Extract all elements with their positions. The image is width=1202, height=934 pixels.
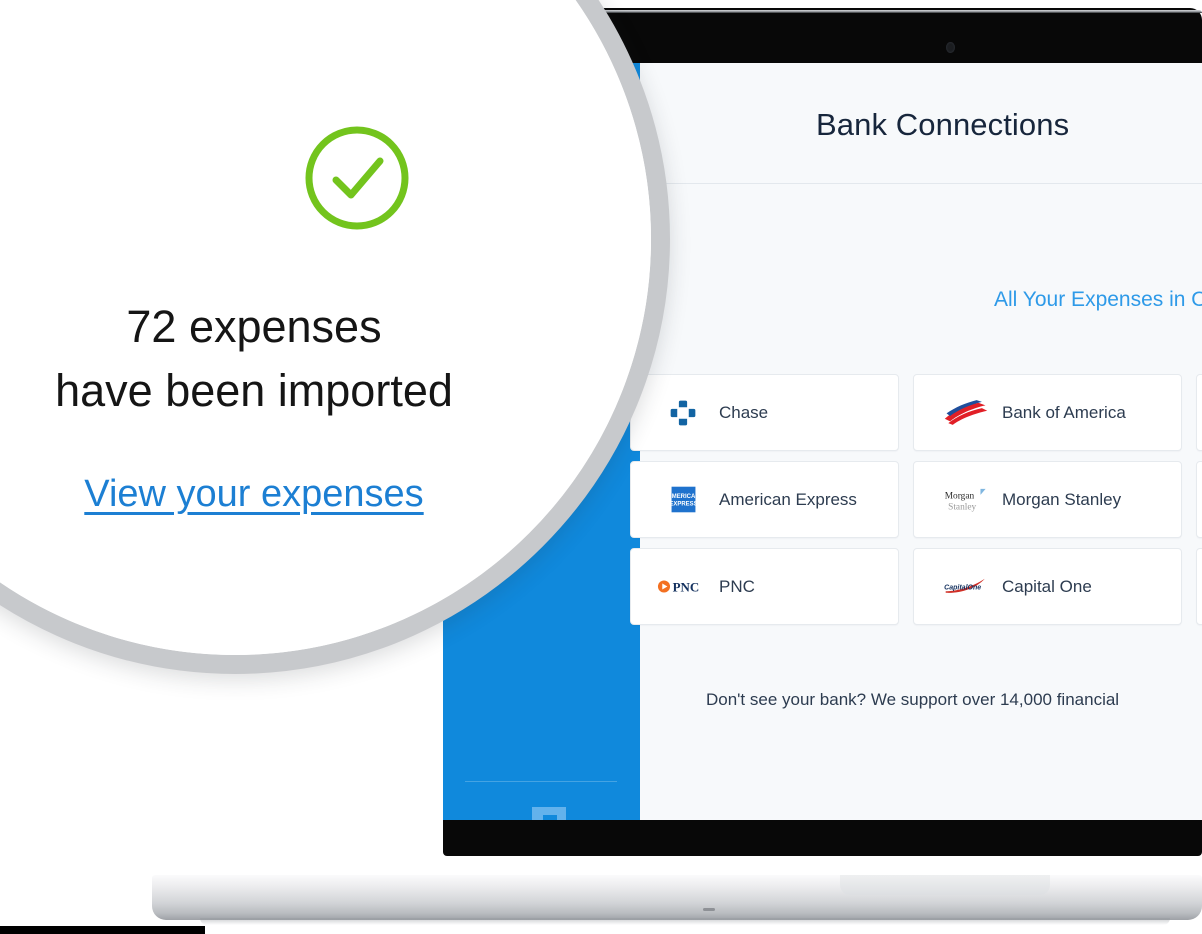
imported-count-line: 72 expenses [126, 301, 382, 352]
laptop-base-shadow [200, 918, 1170, 925]
bank-card-chase[interactable]: Chase [630, 374, 899, 451]
support-note: Don't see your bank? We support over 14,… [706, 690, 1120, 709]
app-main-content: Bank Connections All Your Expenses in On… [630, 63, 1202, 820]
bank-card-pnc[interactable]: PNC PNC [630, 548, 899, 625]
bank-card-wells-fargo[interactable]: WELLS FARGO [1196, 374, 1202, 451]
view-your-expenses-link[interactable]: View your expenses [0, 473, 651, 516]
american-express-logo-icon: AMERICAN EXPRESS [657, 481, 709, 519]
page-title: Bank Connections [816, 107, 1070, 142]
bank-name-label: PNC [719, 576, 755, 596]
svg-text:PNC: PNC [673, 580, 700, 595]
green-check-circle-icon [302, 123, 412, 233]
bank-card-hsbc[interactable]: HSBC [1196, 548, 1202, 625]
bank-name-label: Capital One [1002, 576, 1092, 596]
svg-text:CapitalOne: CapitalOne [944, 585, 981, 592]
bank-name-label: American Express [719, 489, 857, 509]
pnc-logo-icon: PNC [657, 568, 709, 606]
bank-card-morgan-stanley[interactable]: Morgan Stanley Morgan Stanley [913, 461, 1182, 538]
bank-card-bank-of-america[interactable]: Bank of America [913, 374, 1182, 451]
bank-card-american-express[interactable]: AMERICAN EXPRESS American Express [630, 461, 899, 538]
freshbooks-f-logo-icon [523, 798, 575, 820]
morgan-stanley-logo-icon: Morgan Stanley [940, 481, 992, 519]
content-body: All Your Expenses in One Place for Tax [630, 184, 1202, 820]
svg-text:AMERICAN: AMERICAN [669, 494, 698, 500]
chase-logo-icon [657, 394, 709, 432]
webcam-dot-icon [946, 42, 955, 53]
bank-name-label: Chase [719, 402, 769, 422]
bank-name-label: Morgan Stanley [1002, 489, 1122, 509]
imported-status-line: have been imported [55, 365, 453, 416]
bank-connection-grid: Chase Bank of America AMERICAN EXPRESS A… [630, 374, 1202, 625]
svg-text:Stanley: Stanley [948, 502, 976, 512]
tagline-link[interactable]: All Your Expenses in One Place for Tax [994, 288, 1202, 312]
capital-one-logo-icon: CapitalOne [940, 568, 992, 606]
svg-text:Morgan: Morgan [945, 491, 975, 501]
laptop-base-foot [703, 908, 715, 911]
bottom-edge-strip [0, 926, 205, 934]
sidebar-divider [465, 781, 617, 782]
page-header: Bank Connections [640, 63, 1202, 183]
laptop-base-notch [840, 875, 1050, 895]
svg-text:EXPRESS: EXPRESS [669, 501, 697, 507]
bank-card-capital-one[interactable]: CapitalOne Capital One [913, 548, 1182, 625]
bank-card-us-bank[interactable]: us bank [1196, 461, 1202, 538]
bank-of-america-logo-icon [940, 394, 992, 432]
bank-name-label: Bank of America [1002, 402, 1126, 422]
